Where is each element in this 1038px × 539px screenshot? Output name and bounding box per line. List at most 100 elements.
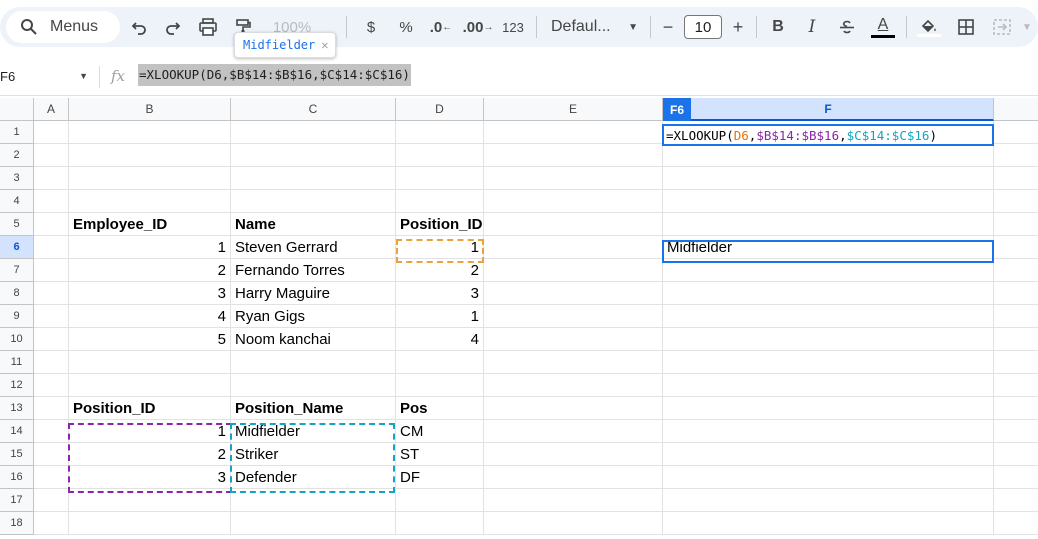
cell-c1[interactable] — [231, 121, 396, 144]
cell-d17[interactable] — [396, 489, 484, 512]
cell-c4[interactable] — [231, 190, 396, 213]
cell-d18[interactable] — [396, 512, 484, 535]
cell-b10[interactable]: 5 — [69, 328, 231, 351]
cell-f5[interactable] — [663, 213, 994, 236]
cell-f8[interactable] — [663, 282, 994, 305]
cell-a18[interactable] — [34, 512, 69, 535]
increase-decimal-button[interactable]: .00 → — [463, 14, 494, 40]
cell-g17[interactable] — [994, 489, 1038, 512]
cell-e7[interactable] — [484, 259, 663, 282]
cell-g18[interactable] — [994, 512, 1038, 535]
cell-e18[interactable] — [484, 512, 663, 535]
cell-g5[interactable] — [994, 213, 1038, 236]
row-header-2[interactable]: 2 — [0, 144, 34, 167]
row-header-9[interactable]: 9 — [0, 305, 34, 328]
cell-a7[interactable] — [34, 259, 69, 282]
cell-d9[interactable]: 1 — [396, 305, 484, 328]
merge-cells-button[interactable] — [990, 14, 1014, 40]
cell-c18[interactable] — [231, 512, 396, 535]
cell-e17[interactable] — [484, 489, 663, 512]
cell-a10[interactable] — [34, 328, 69, 351]
cell-a6[interactable] — [34, 236, 69, 259]
cell-e14[interactable] — [484, 420, 663, 443]
row-header-3[interactable]: 3 — [0, 167, 34, 190]
cell-g11[interactable] — [994, 351, 1038, 374]
cell-d2[interactable] — [396, 144, 484, 167]
cell-a1[interactable] — [34, 121, 69, 144]
cell-d13[interactable]: Pos — [396, 397, 484, 420]
cell-e15[interactable] — [484, 443, 663, 466]
name-box[interactable]: F6 ▼ — [0, 65, 96, 87]
row-header-13[interactable]: 13 — [0, 397, 34, 420]
font-family-select[interactable]: Defaul... ▼ — [542, 14, 642, 40]
cell-e13[interactable] — [484, 397, 663, 420]
cell-a12[interactable] — [34, 374, 69, 397]
cell-c11[interactable] — [231, 351, 396, 374]
cell-b17[interactable] — [69, 489, 231, 512]
strikethrough-button[interactable] — [836, 14, 858, 40]
cell-b18[interactable] — [69, 512, 231, 535]
cell-f9[interactable] — [663, 305, 994, 328]
cell-a3[interactable] — [34, 167, 69, 190]
cell-f10[interactable] — [663, 328, 994, 351]
row-header-4[interactable]: 4 — [0, 190, 34, 213]
cell-e9[interactable] — [484, 305, 663, 328]
cell-d1[interactable] — [396, 121, 484, 144]
cell-b13[interactable]: Position_ID — [69, 397, 231, 420]
cell-b9[interactable]: 4 — [69, 305, 231, 328]
column-header-b[interactable]: B — [69, 98, 231, 121]
text-color-button[interactable]: A — [870, 14, 896, 40]
cell-f12[interactable] — [663, 374, 994, 397]
formula-input[interactable]: =XLOOKUP(D6,$B$14:$B$16,$C$14:$C$16) — [138, 64, 411, 86]
cell-b4[interactable] — [69, 190, 231, 213]
cell-e10[interactable] — [484, 328, 663, 351]
cell-b6[interactable]: 1 — [69, 236, 231, 259]
cell-c15[interactable]: Striker — [231, 443, 396, 466]
cell-b14[interactable]: 1 — [69, 420, 231, 443]
cell-d7[interactable]: 2 — [396, 259, 484, 282]
cell-g2[interactable] — [994, 144, 1038, 167]
cell-g3[interactable] — [994, 167, 1038, 190]
font-size-input[interactable]: 10 — [684, 15, 722, 39]
in-cell-formula-editor[interactable]: =XLOOKUP(D6, $B$14:$B$16, $C$14:$C$16) — [662, 124, 994, 146]
cell-g9[interactable] — [994, 305, 1038, 328]
redo-button[interactable] — [162, 14, 184, 40]
row-header-14[interactable]: 14 — [0, 420, 34, 443]
cell-d15[interactable]: ST — [396, 443, 484, 466]
cell-f16[interactable] — [663, 466, 994, 489]
cell-e16[interactable] — [484, 466, 663, 489]
cell-e6[interactable] — [484, 236, 663, 259]
percent-format-button[interactable]: % — [394, 14, 418, 40]
decrease-decimal-button[interactable]: .0 ← — [428, 14, 454, 40]
decrease-font-size-button[interactable]: − — [658, 14, 678, 40]
borders-button[interactable] — [954, 14, 978, 40]
row-header-18[interactable]: 18 — [0, 512, 34, 535]
cell-b11[interactable] — [69, 351, 231, 374]
cell-f4[interactable] — [663, 190, 994, 213]
cell-a8[interactable] — [34, 282, 69, 305]
cell-b7[interactable]: 2 — [69, 259, 231, 282]
cell-d6[interactable]: 1 — [396, 236, 484, 259]
cell-b1[interactable] — [69, 121, 231, 144]
cell-d4[interactable] — [396, 190, 484, 213]
cell-g1[interactable] — [994, 121, 1038, 144]
cell-g4[interactable] — [994, 190, 1038, 213]
cell-g14[interactable] — [994, 420, 1038, 443]
column-header-e[interactable]: E — [484, 98, 663, 121]
cell-a17[interactable] — [34, 489, 69, 512]
cell-f13[interactable] — [663, 397, 994, 420]
cell-a13[interactable] — [34, 397, 69, 420]
cell-g7[interactable] — [994, 259, 1038, 282]
cell-d14[interactable]: CM — [396, 420, 484, 443]
cell-c16[interactable]: Defender — [231, 466, 396, 489]
cell-f15[interactable] — [663, 443, 994, 466]
cell-d8[interactable]: 3 — [396, 282, 484, 305]
column-header-c[interactable]: C — [231, 98, 396, 121]
row-header-7[interactable]: 7 — [0, 259, 34, 282]
undo-button[interactable] — [128, 14, 150, 40]
row-header-17[interactable]: 17 — [0, 489, 34, 512]
cell-f17[interactable] — [663, 489, 994, 512]
cell-g15[interactable] — [994, 443, 1038, 466]
number-format-button[interactable]: 123 — [498, 14, 528, 40]
menus-search-button[interactable]: Menus — [6, 11, 120, 43]
